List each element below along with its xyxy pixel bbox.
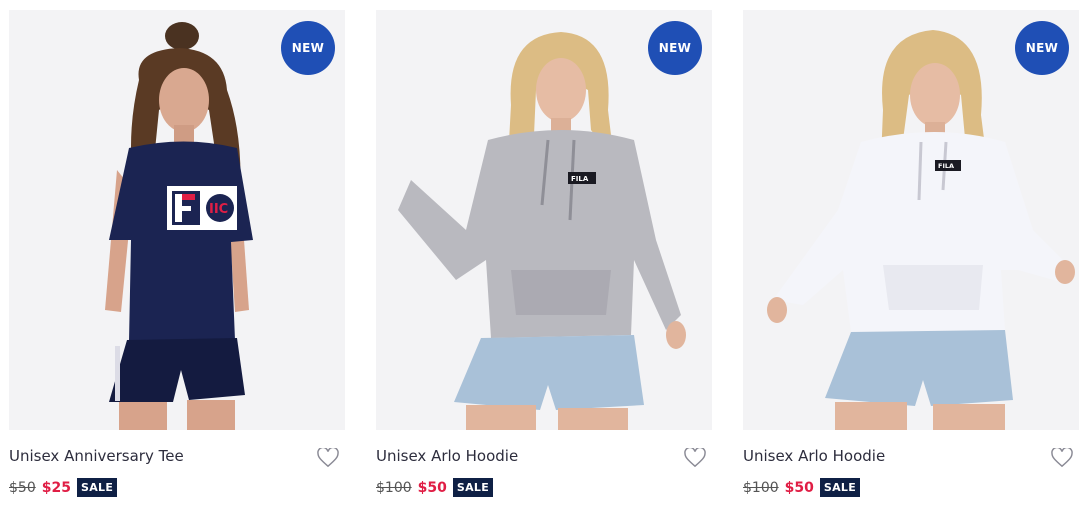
svg-text:FILA: FILA: [571, 175, 589, 183]
svg-text:IIC: IIC: [209, 202, 228, 217]
new-badge: NEW: [1015, 21, 1069, 75]
heart-icon[interactable]: [684, 448, 706, 468]
product-info: Unisex Arlo Hoodie $100 $50 SALE: [376, 430, 712, 510]
product-card[interactable]: IIC NEW Unisex Anniversary Tee $50 $25 S…: [9, 10, 345, 510]
model-white-hoodie-illustration: FILA: [767, 30, 1075, 430]
sale-badge: SALE: [76, 478, 118, 497]
product-image[interactable]: IIC NEW: [9, 10, 345, 430]
product-info: Unisex Arlo Hoodie $100 $50 SALE: [743, 430, 1079, 510]
sale-badge: SALE: [452, 478, 494, 497]
product-card[interactable]: FILA NEW Unisex Arlo Hoodie $100 $50 SAL…: [376, 10, 712, 510]
price-row: $50 $25 SALE: [9, 478, 118, 497]
svg-text:FILA: FILA: [938, 162, 954, 170]
product-title[interactable]: Unisex Arlo Hoodie: [376, 447, 518, 465]
heart-icon[interactable]: [1051, 448, 1073, 468]
product-grid: IIC NEW Unisex Anniversary Tee $50 $25 S…: [0, 0, 1080, 523]
price-row: $100 $50 SALE: [376, 478, 494, 497]
sale-price: $50: [784, 479, 814, 496]
original-price: $100: [743, 479, 779, 496]
price-row: $100 $50 SALE: [743, 478, 861, 497]
heart-icon[interactable]: [317, 448, 339, 468]
model-gray-hoodie-illustration: FILA: [398, 32, 686, 430]
sale-badge: SALE: [819, 478, 861, 497]
original-price: $50: [9, 479, 36, 496]
new-badge: NEW: [281, 21, 335, 75]
product-title[interactable]: Unisex Anniversary Tee: [9, 447, 184, 465]
product-info: Unisex Anniversary Tee $50 $25 SALE: [9, 430, 345, 510]
sale-price: $50: [417, 479, 447, 496]
product-image[interactable]: FILA NEW: [743, 10, 1079, 430]
product-title[interactable]: Unisex Arlo Hoodie: [743, 447, 885, 465]
model-tee-illustration: IIC: [105, 22, 253, 430]
product-card[interactable]: FILA NEW Unisex Arlo Hoodie $100 $50 SAL…: [743, 10, 1079, 510]
product-image[interactable]: FILA NEW: [376, 10, 712, 430]
new-badge: NEW: [648, 21, 702, 75]
sale-price: $25: [41, 479, 71, 496]
original-price: $100: [376, 479, 412, 496]
